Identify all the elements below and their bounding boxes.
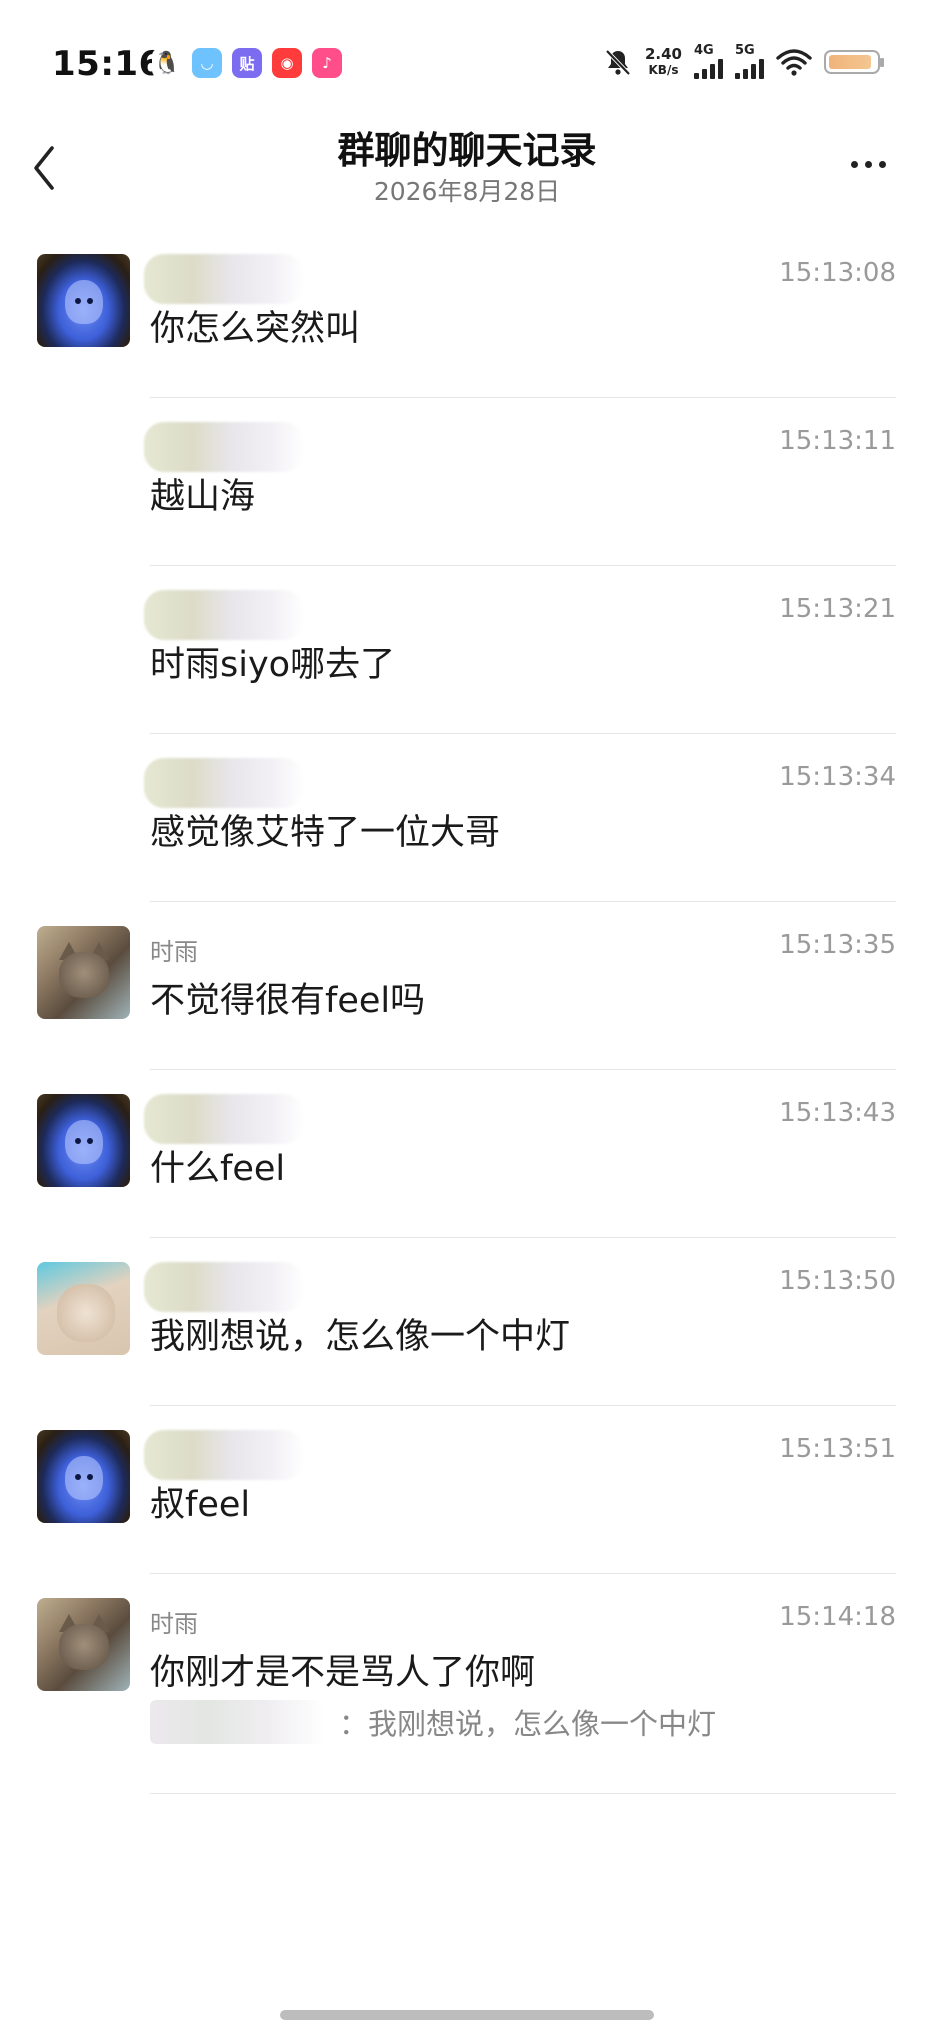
message-time: 15:13:11: [779, 426, 896, 456]
message-item[interactable]: 15:13:21 时雨siyo哪去了: [0, 566, 934, 734]
message-item[interactable]: 15:13:43 什么feel: [0, 1070, 934, 1238]
message-item[interactable]: 时雨 15:13:35 不觉得很有feel吗: [0, 902, 934, 1070]
network-speed: 2.40 KB/s: [645, 46, 682, 78]
message-item[interactable]: 15:13:34 感觉像艾特了一位大哥: [0, 734, 934, 902]
network-speed-value: 2.40: [644, 44, 682, 63]
divider: [150, 1793, 896, 1794]
signal-bars-icon: [735, 57, 764, 79]
message-time: 15:13:51: [779, 1434, 896, 1464]
message-text: 我刚想说，怎么像一个中灯: [150, 1317, 571, 1357]
status-bar: 15:16 🐧 ◡ 贴 ◉ ♪ 2.40 KB/s 4G 5G: [0, 0, 934, 120]
sticker-app-icon: 贴: [232, 48, 262, 78]
header: 群聊的聊天记录 2026年8月28日: [0, 118, 934, 218]
message-text: 感觉像艾特了一位大哥: [150, 813, 501, 853]
network-speed-unit: KB/s: [648, 62, 679, 77]
avatar[interactable]: [37, 1430, 130, 1523]
avatar[interactable]: [37, 1262, 130, 1355]
blurred-sender-name: [144, 422, 304, 472]
avatar[interactable]: [37, 1598, 130, 1691]
message-item[interactable]: 时雨 15:14:18 你刚才是不是骂人了你啊 ：我刚想说，怎么像一个中灯: [0, 1574, 934, 1794]
avatar[interactable]: [37, 1094, 130, 1187]
status-right: 2.40 KB/s 4G 5G: [603, 44, 884, 79]
message-text: 时雨siyo哪去了: [150, 645, 396, 685]
status-time: 15:16: [52, 44, 163, 84]
signal-5g-label: 5G: [735, 43, 755, 58]
more-options-button[interactable]: [838, 144, 898, 184]
blurred-sender-name: [144, 758, 304, 808]
message-time: 15:14:18: [779, 1602, 896, 1632]
page-subtitle-date: 2026年8月28日: [373, 177, 561, 206]
notification-icons: 🐧 ◡ 贴 ◉ ♪: [152, 48, 342, 78]
message-text: 不觉得很有feel吗: [150, 981, 426, 1021]
quoted-reply[interactable]: ：我刚想说，怎么像一个中灯: [150, 1700, 716, 1744]
message-time: 15:13:08: [779, 258, 896, 288]
message-text: 叔feel: [150, 1485, 251, 1525]
message-item[interactable]: 15:13:50 我刚想说，怎么像一个中灯: [0, 1238, 934, 1406]
avatar[interactable]: [37, 254, 130, 347]
sender-name: 时雨: [150, 938, 198, 966]
blurred-sender-name: [144, 590, 304, 640]
wifi-icon: [776, 48, 812, 76]
blurred-sender-name: [144, 1430, 304, 1480]
signal-4g: 4G: [694, 44, 723, 79]
more-dot: [850, 160, 858, 168]
message-time: 15:13:35: [779, 930, 896, 960]
message-item[interactable]: 15:13:08 你怎么突然叫: [0, 230, 934, 398]
signal-4g-label: 4G: [694, 43, 714, 58]
message-text: 什么feel: [150, 1149, 286, 1189]
signal-bars-icon: [694, 57, 723, 79]
more-dot: [864, 160, 872, 168]
page-title: 群聊的聊天记录: [337, 129, 597, 172]
home-indicator[interactable]: [280, 2010, 654, 2020]
sender-name: 时雨: [150, 1610, 198, 1638]
blurred-quoted-sender: [150, 1700, 325, 1744]
message-item[interactable]: 15:13:11 越山海: [0, 398, 934, 566]
blurred-sender-name: [144, 254, 304, 304]
message-text: 你刚才是不是骂人了你啊: [150, 1653, 536, 1693]
battery-icon: [824, 49, 884, 74]
battery-level: [829, 54, 871, 69]
message-time: 15:13:34: [779, 762, 896, 792]
quoted-text: ：我刚想说，怎么像一个中灯: [339, 1707, 717, 1741]
message-text: 越山海: [150, 477, 256, 517]
mute-bell-icon: [605, 49, 631, 75]
chat-history-list: 15:13:08 你怎么突然叫 15:13:11 越山海 15:13:21 时雨…: [0, 230, 934, 1794]
message-time: 15:13:43: [779, 1098, 896, 1128]
qq-icon: 🐧: [152, 48, 182, 78]
message-item[interactable]: 15:13:51 叔feel: [0, 1406, 934, 1574]
red-app-icon: ◉: [272, 48, 302, 78]
blurred-sender-name: [144, 1262, 304, 1312]
signal-5g: 5G: [735, 44, 764, 79]
message-time: 15:13:50: [779, 1266, 896, 1296]
chat-app-icon: ◡: [192, 48, 222, 78]
avatar[interactable]: [37, 926, 130, 1019]
message-text: 你怎么突然叫: [150, 309, 361, 349]
more-dot: [878, 160, 886, 168]
music-app-icon: ♪: [312, 48, 342, 78]
message-time: 15:13:21: [779, 594, 896, 624]
blurred-sender-name: [144, 1094, 304, 1144]
